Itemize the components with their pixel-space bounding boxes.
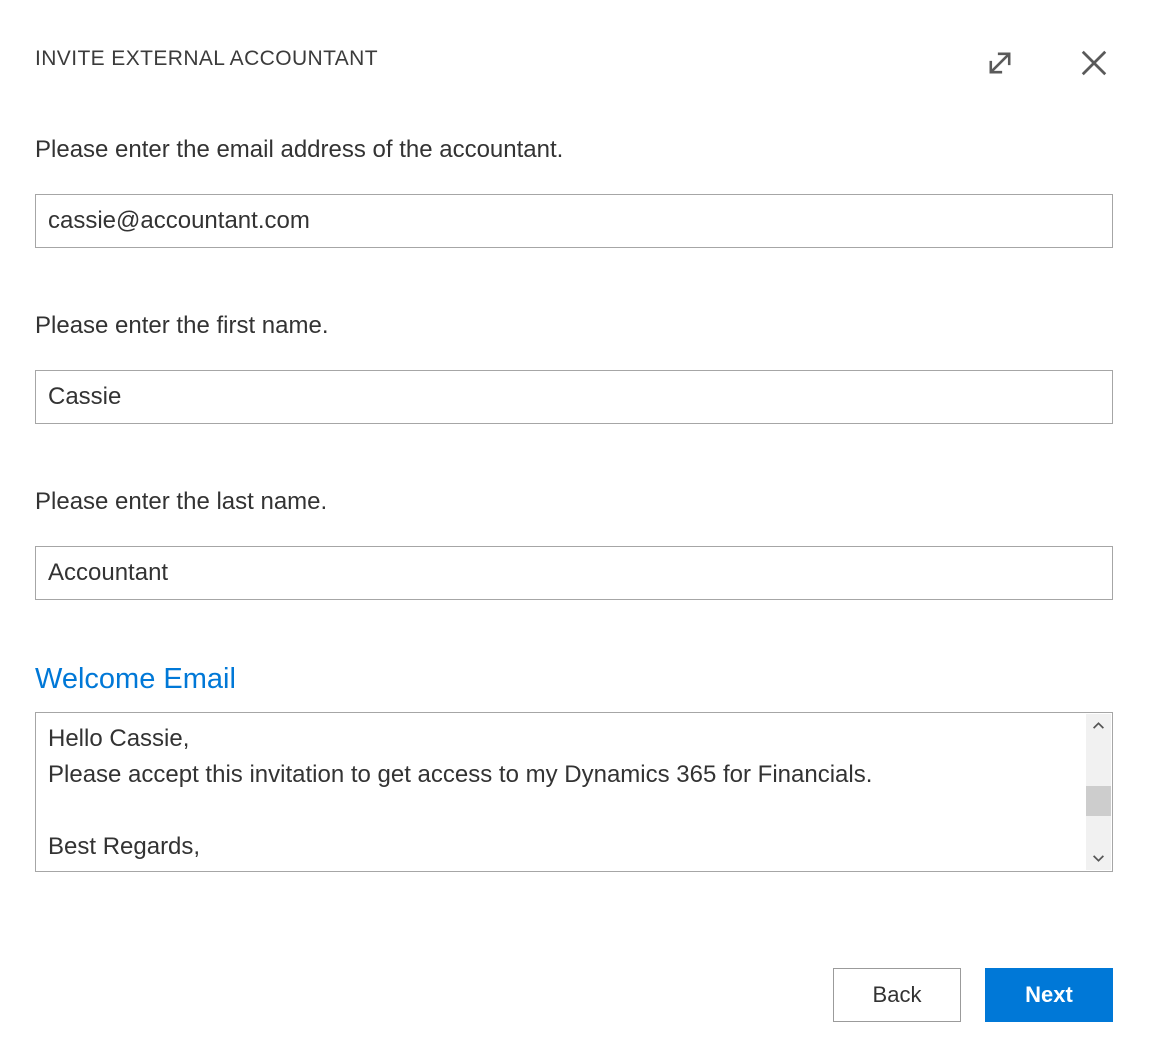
- textarea-scrollbar[interactable]: [1086, 714, 1111, 870]
- back-button[interactable]: Back: [833, 968, 961, 1022]
- expand-icon[interactable]: [981, 44, 1019, 82]
- header-icons: [981, 44, 1113, 82]
- chevron-up-icon[interactable]: [1086, 714, 1111, 738]
- next-button[interactable]: Next: [985, 968, 1113, 1022]
- invite-external-accountant-dialog: INVITE EXTERNAL ACCOUNTANT Please enter …: [0, 46, 1150, 1050]
- email-label: Please enter the email address of the ac…: [35, 136, 1113, 164]
- email-field-group: Please enter the email address of the ac…: [35, 136, 1113, 248]
- scrollbar-thumb[interactable]: [1086, 786, 1111, 816]
- chevron-down-icon[interactable]: [1086, 846, 1111, 870]
- first-name-label: Please enter the first name.: [35, 312, 1113, 340]
- welcome-email-link[interactable]: Welcome Email: [35, 662, 236, 696]
- close-icon[interactable]: [1075, 44, 1113, 82]
- last-name-label: Please enter the last name.: [35, 488, 1113, 516]
- first-name-input[interactable]: [35, 370, 1113, 424]
- last-name-field-group: Please enter the last name.: [35, 488, 1113, 600]
- dialog-header: INVITE EXTERNAL ACCOUNTANT: [35, 46, 1113, 82]
- dialog-footer: Back Next: [35, 968, 1113, 1022]
- welcome-email-body[interactable]: Hello Cassie, Please accept this invitat…: [36, 713, 1085, 871]
- scrollbar-track[interactable]: [1086, 738, 1111, 846]
- first-name-field-group: Please enter the first name.: [35, 312, 1113, 424]
- welcome-email-textarea[interactable]: Hello Cassie, Please accept this invitat…: [35, 712, 1113, 872]
- dialog-title: INVITE EXTERNAL ACCOUNTANT: [35, 46, 378, 72]
- last-name-input[interactable]: [35, 546, 1113, 600]
- email-input[interactable]: [35, 194, 1113, 248]
